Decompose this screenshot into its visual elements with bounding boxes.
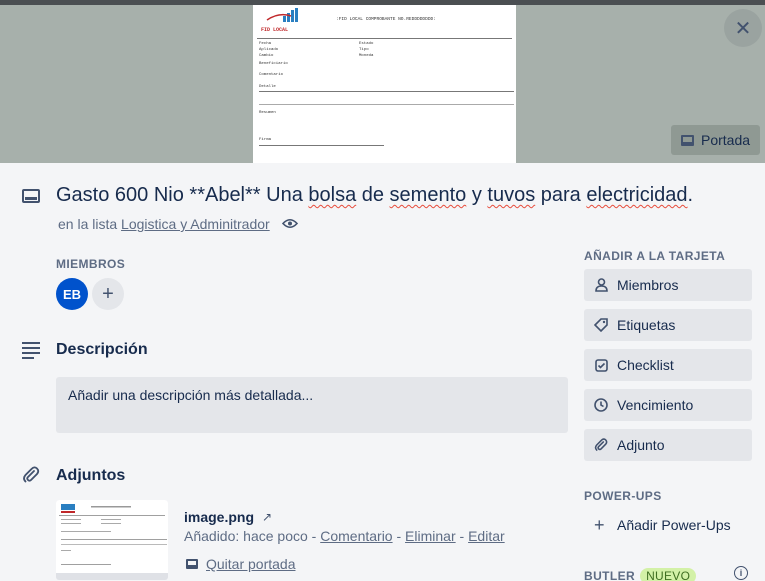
title-part: tuvos [487, 184, 536, 206]
doc-header: :FID LOCAL COMPROBANTE NO.REDDDDDDDD: [336, 17, 436, 22]
title-part: electricidad [586, 184, 688, 206]
avatar[interactable]: EB [56, 278, 88, 310]
doc-resumen: Resumen [259, 111, 276, 115]
add-member-button[interactable]: + [92, 278, 124, 310]
close-button[interactable]: ✕ [724, 9, 762, 47]
doc-field-estado: Estado [359, 42, 374, 46]
doc-field-aplicado: Aplicado [259, 48, 279, 52]
card-icon [22, 189, 40, 203]
checklist-icon [594, 358, 608, 372]
title-part: y [466, 184, 488, 206]
attachment-thumbnail[interactable] [56, 500, 168, 580]
cover-icon [681, 134, 694, 146]
title-part: para [535, 184, 587, 206]
powerups-label: POWER-UPS [584, 489, 662, 503]
in-list-prefix: en la lista [58, 216, 122, 232]
cover-icon [186, 559, 198, 569]
doc-table-line [259, 91, 514, 92]
sidebar-due-date-button[interactable]: Vencimiento [584, 389, 752, 421]
description-input[interactable]: Añadir una descripción más detallada... [56, 377, 568, 433]
cover-button[interactable]: Portada [671, 125, 760, 155]
cover-button-label: Portada [701, 132, 751, 148]
separator: - [392, 528, 406, 544]
plus-icon: + [594, 514, 605, 535]
title-part: bolsa [308, 184, 357, 206]
doc-field-cambio: Cambio [259, 54, 274, 58]
card-title[interactable]: Gasto 600 Nio **Abel** Una bolsa de seme… [56, 184, 693, 207]
attachment-thumbnail-image [59, 504, 167, 565]
attachment-edit-link[interactable]: Editar [468, 528, 505, 544]
open-external-icon[interactable]: ↗ [262, 510, 272, 524]
user-icon [594, 278, 608, 292]
attachment-meta: Añadido: hace poco - Comentario - Elimin… [184, 528, 505, 544]
sidebar-attachment-button[interactable]: Adjunto [584, 429, 752, 461]
doc-signature-line [259, 145, 384, 146]
add-powerups-button[interactable]: + Añadir Power-Ups [584, 509, 752, 541]
add-powerups-label: Añadir Power-Ups [617, 517, 731, 533]
doc-firma: Firma [259, 138, 272, 142]
info-icon[interactable]: i [734, 566, 748, 580]
sidebar-attachment-label: Adjunto [617, 437, 665, 453]
card-cover: FID LOCAL :FID LOCAL COMPROBANTE NO.REDD… [0, 0, 765, 163]
title-part: semento [389, 184, 467, 206]
doc-comentario: Comentario [259, 73, 284, 77]
paperclip-icon [594, 438, 608, 452]
add-to-card-label: AÑADIR A LA TARJETA [584, 249, 726, 263]
title-part: de [356, 184, 390, 206]
title-part: . [687, 184, 694, 206]
cover-document-image: FID LOCAL :FID LOCAL COMPROBANTE NO.REDD… [253, 5, 516, 163]
title-part: Gasto 600 Nio **Abel** Una [56, 184, 309, 206]
sidebar-labels-label: Etiquetas [617, 317, 676, 333]
doc-field-fecha: Fecha [259, 42, 272, 46]
attachments-title: Adjuntos [56, 467, 126, 484]
attachment-comment-link[interactable]: Comentario [320, 528, 392, 544]
description-title: Descripción [56, 341, 148, 358]
remove-cover-row[interactable]: Quitar portada [186, 556, 296, 572]
sidebar-due-date-label: Vencimiento [617, 397, 694, 413]
tag-icon [594, 318, 608, 332]
doc-field-tipo: Tipo [359, 48, 369, 52]
members-label: MIEMBROS [56, 257, 126, 271]
doc-table-line-2 [259, 104, 514, 105]
list-link[interactable]: Logistica y Adminitrador [121, 216, 270, 232]
doc-divider [257, 38, 512, 39]
clock-icon [594, 398, 608, 412]
sidebar-members-button[interactable]: Miembros [584, 269, 752, 301]
sidebar-members-label: Miembros [617, 277, 679, 293]
in-list-text: en la lista Logistica y Adminitrador [58, 216, 270, 232]
doc-detalle: Detalle [259, 85, 276, 89]
doc-brand: FID LOCAL [261, 27, 289, 33]
watch-eye-icon[interactable] [282, 218, 298, 229]
sidebar-checklist-button[interactable]: Checklist [584, 349, 752, 381]
sidebar-checklist-label: Checklist [617, 357, 674, 373]
remove-cover-link[interactable]: Quitar portada [206, 556, 296, 572]
butler-text: BUTLER [584, 569, 636, 581]
fid-logo [266, 8, 298, 22]
sidebar-labels-button[interactable]: Etiquetas [584, 309, 752, 341]
close-icon: ✕ [734, 17, 752, 40]
doc-field-moneda: Moneda [359, 54, 374, 58]
attachment-delete-link[interactable]: Eliminar [405, 528, 456, 544]
separator: - [455, 528, 469, 544]
doc-beneficiario: Beneficiario [259, 62, 288, 66]
description-icon [22, 342, 40, 359]
separator: - [307, 528, 321, 544]
new-badge: NUEVO [640, 568, 697, 581]
attachment-filename[interactable]: image.png [184, 509, 254, 525]
paperclip-icon [23, 466, 40, 483]
attachment-added: Añadido: hace poco [184, 528, 308, 544]
butler-label: BUTLER NUEVO [584, 568, 697, 581]
